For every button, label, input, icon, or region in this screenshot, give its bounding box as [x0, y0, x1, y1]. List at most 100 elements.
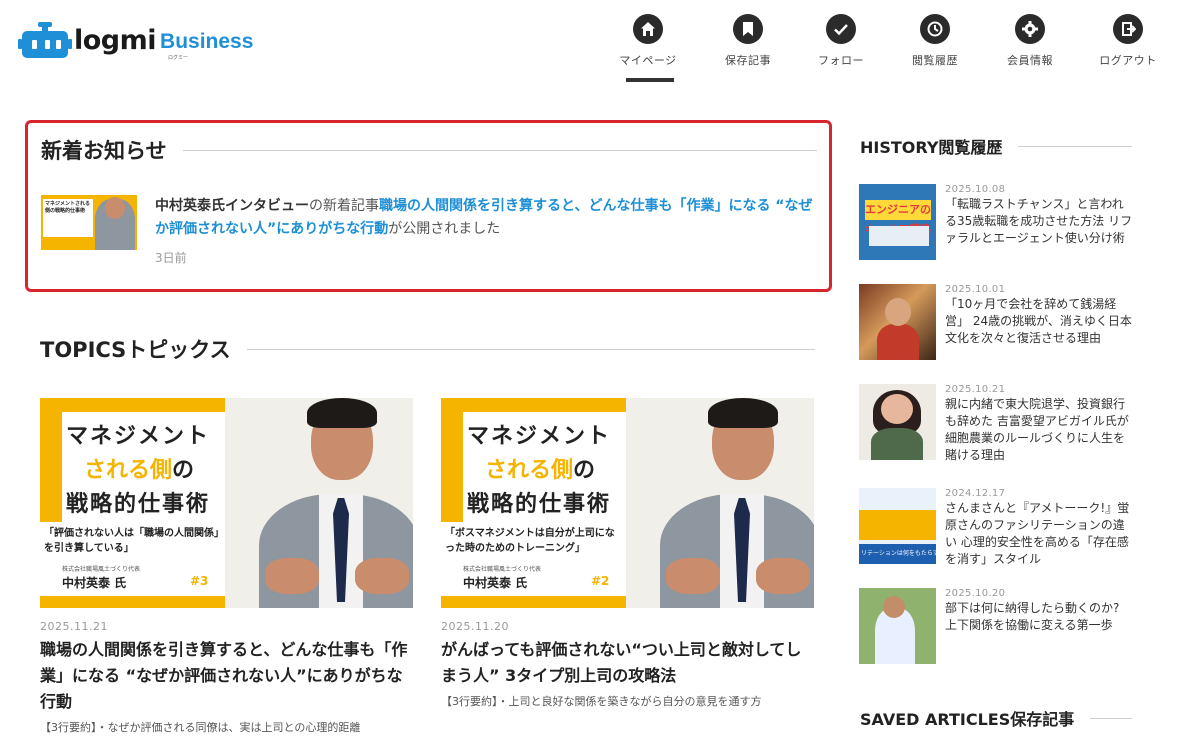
person-head: [885, 298, 911, 326]
thumb-org: 株式会社職場風土づくり代表: [463, 566, 542, 573]
logmi-logo[interactable]: logmi Business ログミー: [18, 20, 254, 61]
notice-title-text: 新着お知らせ: [41, 139, 167, 163]
nav-label: フォロー: [818, 54, 864, 67]
thumb-quote-box: 「ボスマネジメントは自分が上司になった時のためのトレーニング」 株式会社職場風土…: [441, 522, 626, 596]
history-item[interactable]: リテーションは何をもたらす 2024.12.17 さんまさんと『アメトーーク!』…: [859, 488, 1139, 566]
nav-history[interactable]: 閲覧履歴: [885, 14, 985, 68]
history-icon: [920, 14, 950, 44]
topics-title: TOPICSトピックス: [40, 334, 815, 364]
notice-thumb-text: マネジメントされる側の戦略的仕事術: [43, 199, 93, 237]
thumb-line3: 戦略的仕事術: [66, 492, 211, 517]
thumb-episode: #2: [591, 574, 610, 588]
bookmark-icon: [733, 14, 763, 44]
thumb-quote: 「ボスマネジメントは自分が上司になった時のためのトレーニング」: [445, 528, 615, 554]
history-title-link[interactable]: 親に内緒で東大院退学、投資銀行も辞めた 吉富愛望アビガイル氏が細胞農業のルールづ…: [945, 396, 1135, 464]
history-title-link[interactable]: 「転職ラストチャンス」と言われる35歳転職を成功させた方法 リファラルとエージェ…: [945, 196, 1135, 247]
nav-follow[interactable]: フォロー: [791, 14, 891, 68]
logo-business: Business: [160, 30, 254, 53]
topics-title-text: TOPICSトピックス: [40, 338, 231, 362]
history-item[interactable]: 2025.10.21 親に内緒で東大院退学、投資銀行も辞めた 吉富愛望アビガイル…: [859, 384, 1139, 462]
thumb-name: 中村英泰 氏: [463, 576, 528, 590]
history-item[interactable]: 2025.10.20 部下は何に納得したら動くのか? 上下関係を協働に変える第一…: [859, 588, 1139, 666]
history-thumbnail[interactable]: [859, 588, 936, 664]
person-head: [105, 197, 125, 219]
nav-mypage[interactable]: マイページ: [598, 14, 698, 68]
topic-title[interactable]: 職場の人間関係を引き算すると、どんな仕事も「作業」になる “なぜか評価されない人…: [40, 637, 413, 715]
thumb-line3: 戦略的仕事術: [467, 492, 612, 517]
person-photo: [646, 398, 814, 608]
gear-icon: [1015, 14, 1045, 44]
topic-card-image[interactable]: マネジメント される側の 戦略的仕事術 「ボスマネジメントは自分が上司になった時…: [441, 398, 814, 608]
nav-label: 会員情報: [1007, 54, 1053, 67]
topic-title[interactable]: がんばっても評価されない“つい上司と敵対してしまう人” 3タイプ別上司の攻略法: [441, 637, 814, 689]
saved-title-text: SAVED ARTICLES保存記事: [860, 710, 1075, 729]
history-title-text: HISTORY閲覧履歴: [860, 138, 1003, 157]
thumb-line2-text: される側: [485, 458, 574, 483]
topic-date: 2025.11.20: [441, 620, 509, 633]
logo-subtext: ログミー: [168, 55, 189, 61]
nav-saved[interactable]: 保存記事: [698, 14, 798, 68]
thumb-line2: される側の: [84, 452, 194, 484]
thumb-org: 株式会社職場風土づくり代表: [62, 566, 141, 573]
hand: [756, 558, 810, 594]
person-body: [877, 324, 919, 360]
logout-icon: [1113, 14, 1143, 44]
notice-thumbnail[interactable]: マネジメントされる側の戦略的仕事術: [41, 195, 137, 250]
history-item[interactable]: エンジニアのキャリア戦略 2025.10.08 「転職ラストチャンス」と言われる…: [859, 184, 1139, 262]
history-date: 2024.12.17: [945, 488, 1006, 499]
thumb-block: [869, 226, 929, 246]
person-photo: [245, 398, 413, 608]
topic-card[interactable]: マネジメント される側の 戦略的仕事術 「評価されない人は「職場の人間関係」を引…: [40, 398, 413, 735]
history-date: 2025.10.08: [945, 184, 1006, 195]
history-thumbnail[interactable]: [859, 384, 936, 460]
thumb-line2: される側の: [485, 452, 595, 484]
nav-label: マイページ: [619, 54, 677, 67]
title-divider: [182, 149, 817, 151]
topic-card-image[interactable]: マネジメント される側の 戦略的仕事術 「評価されない人は「職場の人間関係」を引…: [40, 398, 413, 608]
history-thumbnail[interactable]: エンジニアのキャリア戦略: [859, 184, 936, 260]
history-title: HISTORY閲覧履歴: [860, 134, 1132, 158]
notice-title: 新着お知らせ: [41, 135, 817, 165]
history-thumb-text: エンジニアのキャリア戦略: [865, 200, 931, 236]
main-nav: マイページ 保存記事 フォロー 閲覧履歴 会員情報 ログアウト: [598, 14, 1188, 94]
history-date: 2025.10.21: [945, 384, 1006, 395]
thumb-block: [859, 510, 936, 540]
thumb-line2-particle: の: [172, 458, 195, 483]
history-title-link[interactable]: 部下は何に納得したら動くのか? 上下関係を協働に変える第一歩: [945, 600, 1135, 634]
topic-card[interactable]: マネジメント される側の 戦略的仕事術 「ボスマネジメントは自分が上司になった時…: [441, 398, 814, 709]
logo-word: logmi: [74, 24, 157, 56]
history-thumbnail[interactable]: [859, 284, 936, 360]
history-thumbnail[interactable]: リテーションは何をもたらす: [859, 488, 936, 564]
nav-member[interactable]: 会員情報: [980, 14, 1080, 68]
history-date: 2025.10.01: [945, 284, 1006, 295]
history-thumb-text: リテーションは何をもたらす: [859, 544, 936, 564]
notice-author: 中村英泰氏インタビュー: [155, 198, 309, 214]
nav-logout[interactable]: ログアウト: [1078, 14, 1178, 68]
notice-mid: の新着記事: [309, 198, 379, 214]
hair: [307, 398, 377, 428]
history-title-link[interactable]: 「10ヶ月で会社を辞めて銭湯経営」 24歳の挑戦が、消えゆく日本文化を次々と復活…: [945, 296, 1135, 347]
person-body: [871, 428, 923, 460]
topic-date: 2025.11.21: [40, 620, 108, 633]
topic-summary: 【3行要約】・なぜか評価される同僚は、実は上司との心理的距離: [40, 721, 361, 734]
hand: [355, 558, 409, 594]
thumb-quote: 「評価されない人は「職場の人間関係」を引き算している」: [44, 528, 219, 554]
title-divider: [1018, 145, 1132, 147]
nav-label: 閲覧履歴: [912, 54, 958, 67]
nav-active-indicator: [626, 78, 674, 82]
thumb-line1: マネジメント: [467, 424, 612, 449]
new-notice-panel: 新着お知らせ マネジメントされる側の戦略的仕事術 中村英泰氏インタビューの新着記…: [25, 120, 832, 292]
thumb-quote-box: 「評価されない人は「職場の人間関係」を引き算している」 株式会社職場風土づくり代…: [40, 522, 225, 596]
home-icon: [633, 14, 663, 44]
notice-time-ago: 3日前: [155, 251, 187, 265]
history-item[interactable]: 2025.10.01 「10ヶ月で会社を辞めて銭湯経営」 24歳の挑戦が、消えゆ…: [859, 284, 1139, 362]
history-date: 2025.10.20: [945, 588, 1006, 599]
robot-logo-icon: [18, 20, 72, 60]
thumb-line2-particle: の: [573, 458, 596, 483]
history-title-link[interactable]: さんまさんと『アメトーーク!』蛍原さんのファシリテーションの違い 心理的安全性を…: [945, 500, 1135, 568]
thumb-name: 中村英泰 氏: [62, 576, 127, 590]
topic-summary: 【3行要約】・上司と良好な関係を築きながら自分の意見を通す方: [441, 695, 762, 708]
person-head: [881, 394, 913, 424]
hand: [265, 558, 319, 594]
site-header: logmi Business ログミー マイページ 保存記事 フォロー 閲覧履歴…: [0, 0, 1200, 100]
